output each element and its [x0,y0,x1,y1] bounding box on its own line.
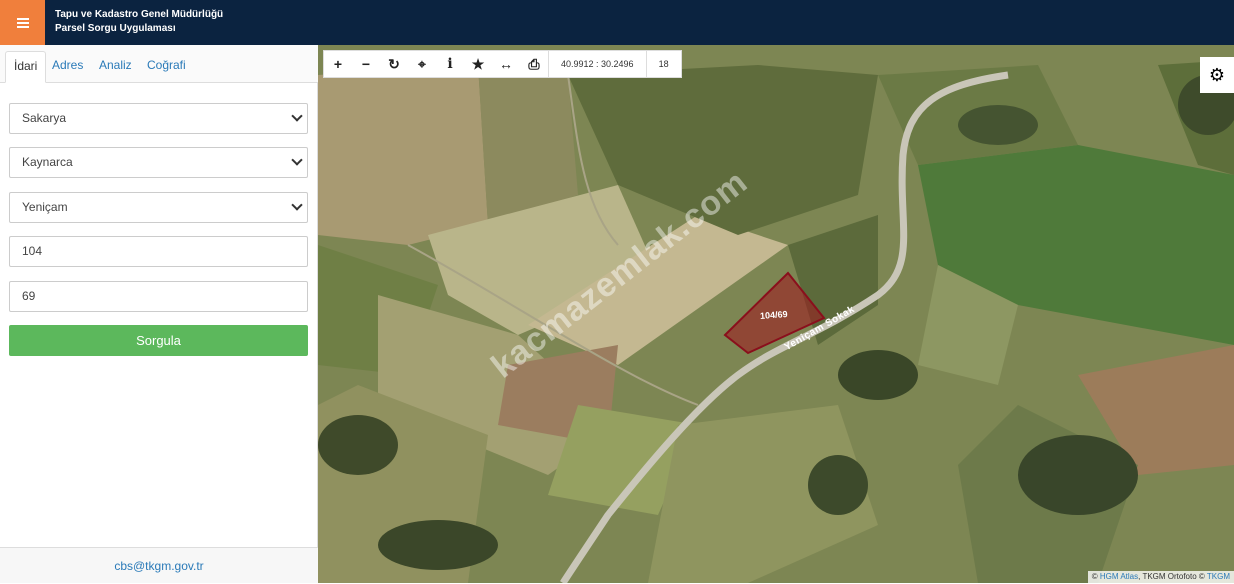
coordinates-readout: 40.9912 : 30.2496 [548,50,646,78]
neighborhood-value: Yeniçam [22,200,68,214]
refresh-icon[interactable]: ↻ [380,50,408,78]
chevron-down-icon [291,110,303,122]
hgm-atlas-link[interactable]: HGM Atlas [1100,572,1138,581]
neighborhood-select[interactable]: Yeniçam [9,192,308,223]
info-icon[interactable]: i [436,50,464,78]
parcel-value: 69 [22,289,36,303]
star-icon[interactable]: ★ [464,50,492,78]
query-button[interactable]: Sorgula [9,325,308,356]
tab-analiz[interactable]: Analiz [91,51,140,83]
province-value: Sakarya [22,111,67,125]
top-bar: Tapu ve Kadastro Genel Müdürlüğü Parsel … [0,0,1234,45]
block-input[interactable]: 104 [9,236,308,267]
tkgm-ortofoto: TKGM Ortofoto [1142,572,1197,581]
tab-cografi[interactable]: Coğrafi [139,51,194,83]
district-select[interactable]: Kaynarca [9,147,308,178]
app-title-line2: Parsel Sorgu Uygulaması [55,23,176,34]
hamburger-icon[interactable] [0,0,45,45]
block-value: 104 [22,244,43,258]
print-icon[interactable]: ⎙ [520,50,548,78]
tab-idari[interactable]: İdari [5,51,47,83]
district-value: Kaynarca [22,155,73,169]
tkgm-link[interactable]: TKGM [1207,572,1230,581]
footer-email-link[interactable]: cbs@tkgm.gov.tr [0,547,318,583]
map-canvas[interactable]: kacmazemlak.com 104/69 Yeniçam Sokak + −… [318,45,1234,583]
map-toolbar: + − ↻ ⌖ i ★ ↔ ⎙ 40.9912 : 30.2496 18 [323,50,682,78]
tab-bar: İdari Adres Analiz Coğrafi [0,45,318,83]
parcel-label: 104/69 [759,309,788,321]
app-title: Tapu ve Kadastro Genel Müdürlüğü Parsel … [55,8,223,36]
zoom-level-readout: 18 [645,50,681,78]
gear-icon[interactable]: ⚙ [1200,57,1234,93]
attribution-prefix: © [1091,572,1098,581]
tab-adres[interactable]: Adres [44,51,91,83]
province-select[interactable]: Sakarya [9,103,308,134]
app-title-line1: Tapu ve Kadastro Genel Müdürlüğü [55,9,224,20]
parcel-input[interactable]: 69 [9,281,308,312]
attribution-copyright: © [1198,572,1205,581]
plus-icon[interactable]: + [324,50,352,78]
minus-icon[interactable]: − [352,50,380,78]
chevron-down-icon [291,154,303,166]
crosshair-icon[interactable]: ⌖ [408,50,436,78]
measure-icon[interactable]: ↔ [492,50,520,78]
chevron-down-icon [291,199,303,211]
sidebar: İdari Adres Analiz Coğrafi Sakarya Kayna… [0,45,318,583]
map-attribution: © HGM Atlas, TKGM Ortofoto © TKGM [1087,571,1234,583]
